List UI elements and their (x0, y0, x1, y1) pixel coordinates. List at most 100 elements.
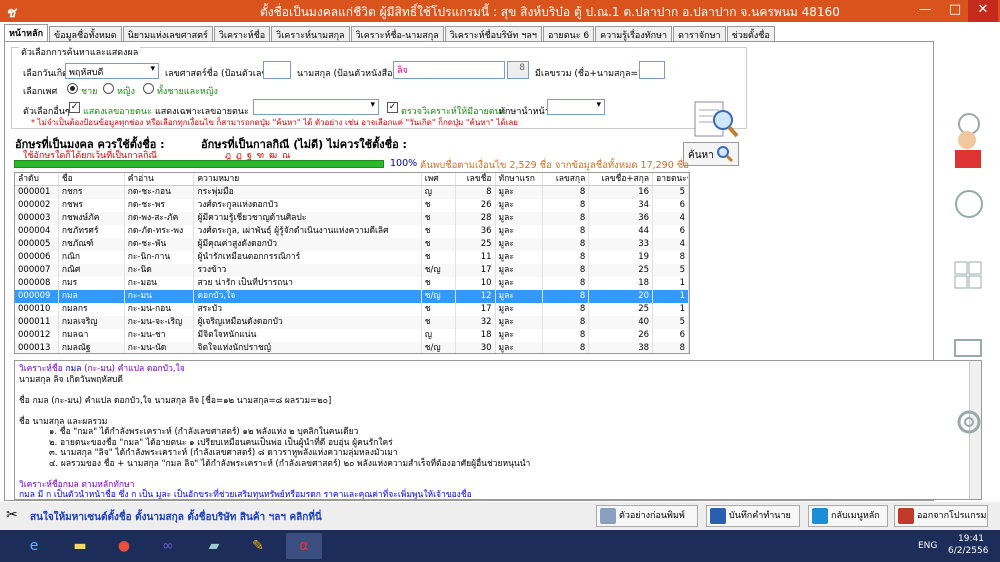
table-row[interactable]: 000011 กมลเจริญ กะ-มน-จะ-เริญ ผู้เจริญเหมือ… (15, 316, 689, 329)
tab-9[interactable]: ดาราจักษา (673, 26, 726, 41)
taksa-select[interactable]: ▾ (547, 99, 605, 115)
chrome-icon[interactable]: ● (106, 533, 142, 559)
table-cell: 16 (589, 186, 654, 199)
gender-both-radio[interactable] (143, 83, 154, 94)
search-button[interactable]: ค้นหา (683, 142, 739, 166)
table-cell: 11 (456, 251, 496, 264)
table-cell: 25 (456, 238, 496, 251)
table-cell: 8 (456, 186, 496, 199)
table-cell: กมล (59, 290, 125, 303)
column-header[interactable]: ลำดับ (15, 173, 59, 185)
column-header[interactable]: เลขสกุล (543, 173, 590, 185)
total-sum-input[interactable] (639, 61, 665, 79)
table-cell: กระพุ่มมือ (194, 186, 422, 199)
maximize-button[interactable]: □ (940, 0, 970, 22)
table-cell: มูละ (496, 342, 544, 353)
ayatana-select[interactable]: ▾ (253, 99, 379, 115)
tab-4[interactable]: วิเคราะห์นามสกุล (271, 26, 350, 41)
table-cell: 1 (653, 290, 689, 303)
table-row[interactable]: 000001 กชกร กด-ชะ-กอน กระพุ่มมือญ 8 มูละ 8 16 5 (15, 186, 689, 199)
table-cell: สระบัว (194, 303, 422, 316)
table-cell: 8 (543, 277, 590, 290)
table-cell: มูละ (496, 303, 544, 316)
folder-icon[interactable]: ▬ (62, 533, 98, 559)
tab-8[interactable]: ความรู้เรื่องทักษา (595, 26, 673, 41)
column-header[interactable]: คำอ่าน (125, 173, 195, 185)
detail-read: (กะ-มน) (84, 364, 115, 374)
table-cell: 000009 (15, 290, 59, 303)
save-prediction-button[interactable]: บันทึกคำทำนาย (706, 505, 800, 527)
surname-label: นามสกุล (ป้อนตัวหนังสือ) (297, 69, 397, 79)
table-cell: มูละ (496, 264, 544, 277)
search-note: * ไม่จำเป็นต้องป้อนข้อมูลทุกช่อง หรือเลื… (31, 118, 518, 127)
column-header[interactable]: เลขชื่อ+สกุล (589, 173, 654, 185)
column-header[interactable]: ชื่อ (59, 173, 125, 185)
table-cell: 8 (543, 264, 590, 277)
search-options-legend: ตัวเลือกการค้นหาและแสดงผล (19, 45, 141, 59)
table-row[interactable]: 000003 กชพงษ์ภัค กด-พง-สะ-ภัค ผู้มีความรู้เ… (15, 212, 689, 225)
table-cell: กะ-นิด (125, 264, 195, 277)
table-cell: 4 (653, 212, 689, 225)
tab-7[interactable]: อายตนะ 6 (542, 26, 595, 41)
table-cell: ช (422, 277, 456, 290)
table-cell: 20 (589, 290, 654, 303)
column-header[interactable]: ความหมาย (194, 173, 422, 185)
table-cell: 4 (653, 238, 689, 251)
table-cell: กณิศ (59, 264, 125, 277)
table-row[interactable]: 000006 กณิก กะ-นิก-กาน ผู้นำรักเหมือนดอกกรร… (15, 251, 689, 264)
check-ayatana-checkbox[interactable]: ✓ (387, 102, 398, 113)
table-cell: 10 (456, 277, 496, 290)
gender-female-radio[interactable] (103, 83, 114, 94)
surname-input[interactable]: ลิจ (393, 61, 505, 79)
paint-icon[interactable]: ✎ (240, 533, 276, 559)
alpha-app-icon[interactable]: α (286, 533, 322, 559)
tab-5[interactable]: วิเคราะห์ชื่อ-นามสกุล (350, 26, 444, 41)
table-row[interactable]: 000002 กชพร กด-ชะ-พร วงศ์ตระกูลแห่งดอกบัวช 2… (15, 199, 689, 212)
birthday-select[interactable]: พฤหัสบดี ▾ (65, 63, 159, 79)
app-icon[interactable]: ∞ (150, 533, 186, 559)
table-row[interactable]: 000005 กชภัณฑ์ กด-ชะ-พัน ผู้มีคุณค่าสูงดังด… (15, 238, 689, 251)
tab-0[interactable]: หน้าหลัก (4, 24, 49, 41)
table-cell: 6 (653, 225, 689, 238)
table-cell: ช/ญ (422, 290, 456, 303)
table-cell: 000006 (15, 251, 59, 264)
show-ayatana-checkbox[interactable]: ✓ (69, 102, 80, 113)
table-row[interactable]: 000013 กมลณัฐ กะ-มน-นัด จิตใจแห่งนักปราชญ์ช… (15, 342, 689, 353)
tab-1[interactable]: ข้อมูลชื่อทั้งหมด (49, 26, 122, 41)
tab-6[interactable]: วิเคราะห์ชื่อบริษัท ฯลฯ (444, 26, 542, 41)
exit-button[interactable]: ออกจากโปรแกรม (894, 505, 988, 527)
print-preview-button[interactable]: ตัวอย่างก่อนพิมพ์ (596, 505, 698, 527)
home-menu-button[interactable]: กลับเมนูหลัก (808, 505, 888, 527)
analysis-text[interactable]: วิเคราะห์ชื่อ กมล (กะ-มน) คำแปล ดอกบัว,ใ… (14, 360, 982, 500)
column-header[interactable]: อายตนะชื่อ (653, 173, 689, 185)
close-button[interactable]: ✕ (968, 0, 998, 22)
detail-line: ๒. อายตนะของชื่อ "กมล" ได้อายตนะ ๑ เปรีย… (49, 437, 393, 448)
table-cell: ผู้มีความรู้เชี่ยวชาญด้านศิลปะ (194, 212, 422, 225)
ie-icon[interactable]: e (16, 533, 52, 559)
table-row[interactable]: 000004 กชภัทรศร์ กด-ภัด-ทระ-พง วงศ์ตระกูล, … (15, 225, 689, 238)
table-row[interactable]: 000010 กมลกร กะ-มน-กอน สระบัวช 17 มูละ 8 25 1 (15, 303, 689, 316)
gender-male-radio[interactable] (67, 83, 78, 94)
table-cell: มูละ (496, 316, 544, 329)
column-header[interactable]: เพศ (422, 173, 456, 185)
column-header[interactable]: เลขชื่อ (456, 173, 496, 185)
table-cell: กะ-มน-ชา (125, 329, 195, 342)
table-cell: ช (422, 225, 456, 238)
column-header[interactable]: ทักษาแรก (496, 173, 544, 185)
minimize-button[interactable]: — (910, 0, 940, 22)
language-indicator[interactable]: ENG (918, 541, 937, 551)
detail-line: วิเคราะห์ชื่อกมล ตามหลักทักษา (19, 479, 135, 490)
table-row[interactable]: 000009 กมล กะ-มน ดอกบัว,ใจ ช/ญ 12 มูละ 8 20 1 (15, 290, 689, 303)
tab-3[interactable]: วิเคราะห์ชื่อ (213, 26, 271, 41)
table-row[interactable]: 000012 กมลฉา กะ-มน-ชา มีจิตใจหนักแน่นญ 18 มูล… (15, 329, 689, 342)
table-cell: 000012 (15, 329, 59, 342)
name-sum-input[interactable] (263, 61, 291, 79)
tab-10[interactable]: ช่วยตั้งชื่อ (726, 26, 775, 41)
table-row[interactable]: 000007 กณิศ กะ-นิด รวงข้าว ช/ญ 17 มูละ 8 25 5 (15, 264, 689, 277)
app-icon[interactable]: ▰ (196, 533, 232, 559)
table-cell: กด-ชะ-พร (125, 199, 195, 212)
promo-link[interactable]: สนใจให้มหาเซนต์ตั้งชื่อ ตั้งนามสกุล ตั้ง… (30, 510, 322, 525)
detail-line: ๓. นามสกุล "ลิจ" ได้กำลังพระเคราะห์ (กำล… (49, 448, 398, 458)
table-row[interactable]: 000008 กมร กะ-มอน สวย น่ารัก เป็นที่ปรารถนา… (15, 277, 689, 290)
tab-2[interactable]: นิยามแห่งเลขศาสตร์ (122, 26, 213, 41)
